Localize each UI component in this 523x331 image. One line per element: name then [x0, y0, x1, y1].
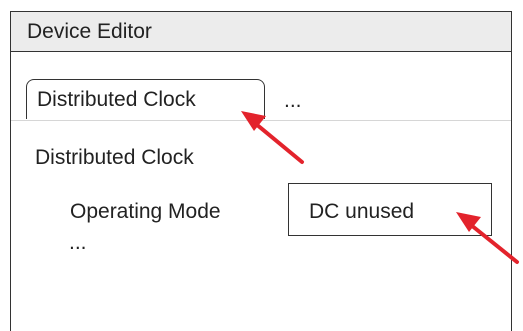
- annotation-arrows: [241, 111, 519, 264]
- arrow-to-tab: [241, 111, 304, 164]
- arrow-to-field: [456, 212, 519, 264]
